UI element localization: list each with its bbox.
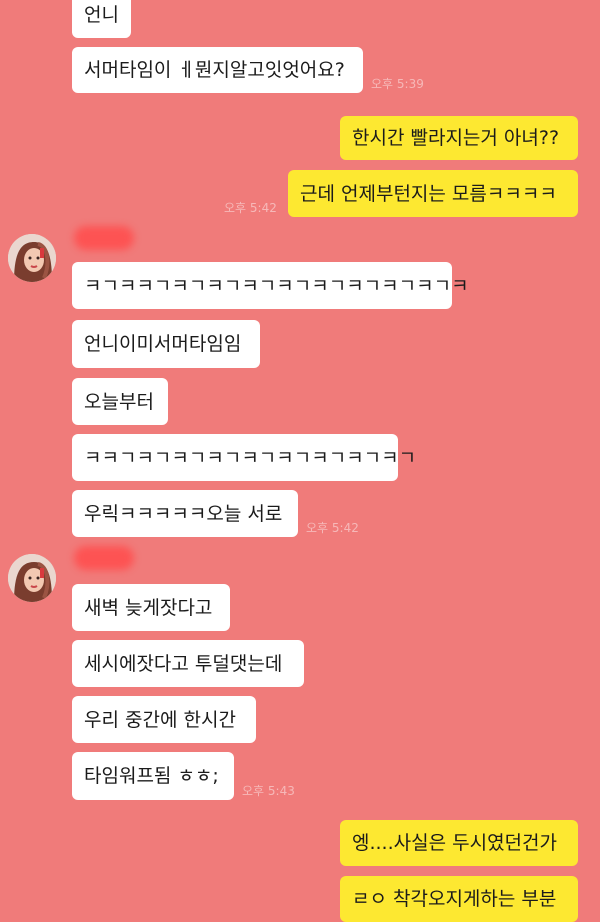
message-bubble-incoming[interactable]: 세시에잣다고 투덜댓는데 xyxy=(72,640,304,687)
contact-avatar[interactable] xyxy=(8,234,56,282)
message-text: 세시에잣다고 투덜댓는데 xyxy=(84,652,283,675)
message-bubble-incoming[interactable]: ㅋㅋㄱㅋㄱㅋㄱㅋㄱㅋㄱㅋㄱㅋㄱㅋㄱㅋㄱ xyxy=(72,434,416,481)
message-bubble-outgoing[interactable]: 엥....사실은 두시였던건가 xyxy=(340,820,578,866)
message-text: 근데 언제부턴지는 모름ㅋㅋㅋㅋ xyxy=(300,182,557,205)
message-bubble-incoming[interactable]: 오늘부터 xyxy=(72,378,168,425)
message-timestamp: 오후 5:42 xyxy=(224,201,277,215)
message-text: 언니 xyxy=(84,4,119,26)
message-bubble-incoming[interactable]: 새벽 늦게잣다고 xyxy=(72,584,230,631)
message-text: ㄹㅇ 착각오지게하는 부분 xyxy=(352,888,557,910)
contact-name-redacted xyxy=(74,226,134,250)
message-bubble-outgoing[interactable]: ㄹㅇ 착각오지게하는 부분 xyxy=(340,876,578,922)
message-timestamp: 오후 5:42 xyxy=(306,521,359,535)
message-text: ㅋㅋㄱㅋㄱㅋㄱㅋㄱㅋㄱㅋㄱㅋㄱㅋㄱㅋㄱ xyxy=(84,446,417,469)
message-text: ㅋㄱㅋㅋㄱㅋㄱㅋㄱㅋㄱㅋㄱㅋㄱㅋㄱㅋㄱㅋㄱㅋ xyxy=(84,274,469,297)
message-text: 우릭ㅋㅋㅋㅋㅋ오늘 서로 xyxy=(84,502,283,525)
message-text: 오늘부터 xyxy=(84,390,154,413)
message-bubble-incoming[interactable]: 우릭ㅋㅋㅋㅋㅋ오늘 서로 xyxy=(72,490,298,537)
contact-avatar[interactable] xyxy=(8,554,56,602)
message-bubble-incoming[interactable]: 언니이미서머타임임 xyxy=(72,320,260,368)
message-timestamp: 오후 5:43 xyxy=(242,784,295,798)
avatar-image xyxy=(8,234,56,282)
message-text: 엥....사실은 두시였던건가 xyxy=(352,832,557,854)
contact-name-redacted xyxy=(74,546,134,570)
message-bubble-outgoing[interactable]: 근데 언제부턴지는 모름ㅋㅋㅋㅋ xyxy=(288,170,578,217)
avatar-image xyxy=(8,554,56,602)
message-text: 우리 중간에 한시간 xyxy=(84,708,236,731)
message-text: 언니이미서머타임임 xyxy=(84,333,242,355)
message-bubble-outgoing[interactable]: 한시간 빨라지는거 아녀?? xyxy=(340,116,578,160)
message-text: 타임워프됨 ㅎㅎ; xyxy=(84,765,219,787)
message-bubble-incoming[interactable]: 언니 xyxy=(72,0,131,38)
message-timestamp: 오후 5:39 xyxy=(371,77,424,91)
message-bubble-incoming[interactable]: 우리 중간에 한시간 xyxy=(72,696,256,743)
message-text: 새벽 늦게잣다고 xyxy=(84,596,213,619)
message-bubble-incoming[interactable]: 타임워프됨 ㅎㅎ; xyxy=(72,752,234,800)
message-bubble-incoming[interactable]: ㅋㄱㅋㅋㄱㅋㄱㅋㄱㅋㄱㅋㄱㅋㄱㅋㄱㅋㄱㅋㄱㅋ xyxy=(72,262,469,309)
message-text: 서머타임이 ㅔ뭔지알고잇엇어요? xyxy=(84,59,345,81)
message-text: 한시간 빨라지는거 아녀?? xyxy=(352,127,560,149)
message-bubble-incoming[interactable]: 서머타임이 ㅔ뭔지알고잇엇어요? xyxy=(72,47,363,93)
